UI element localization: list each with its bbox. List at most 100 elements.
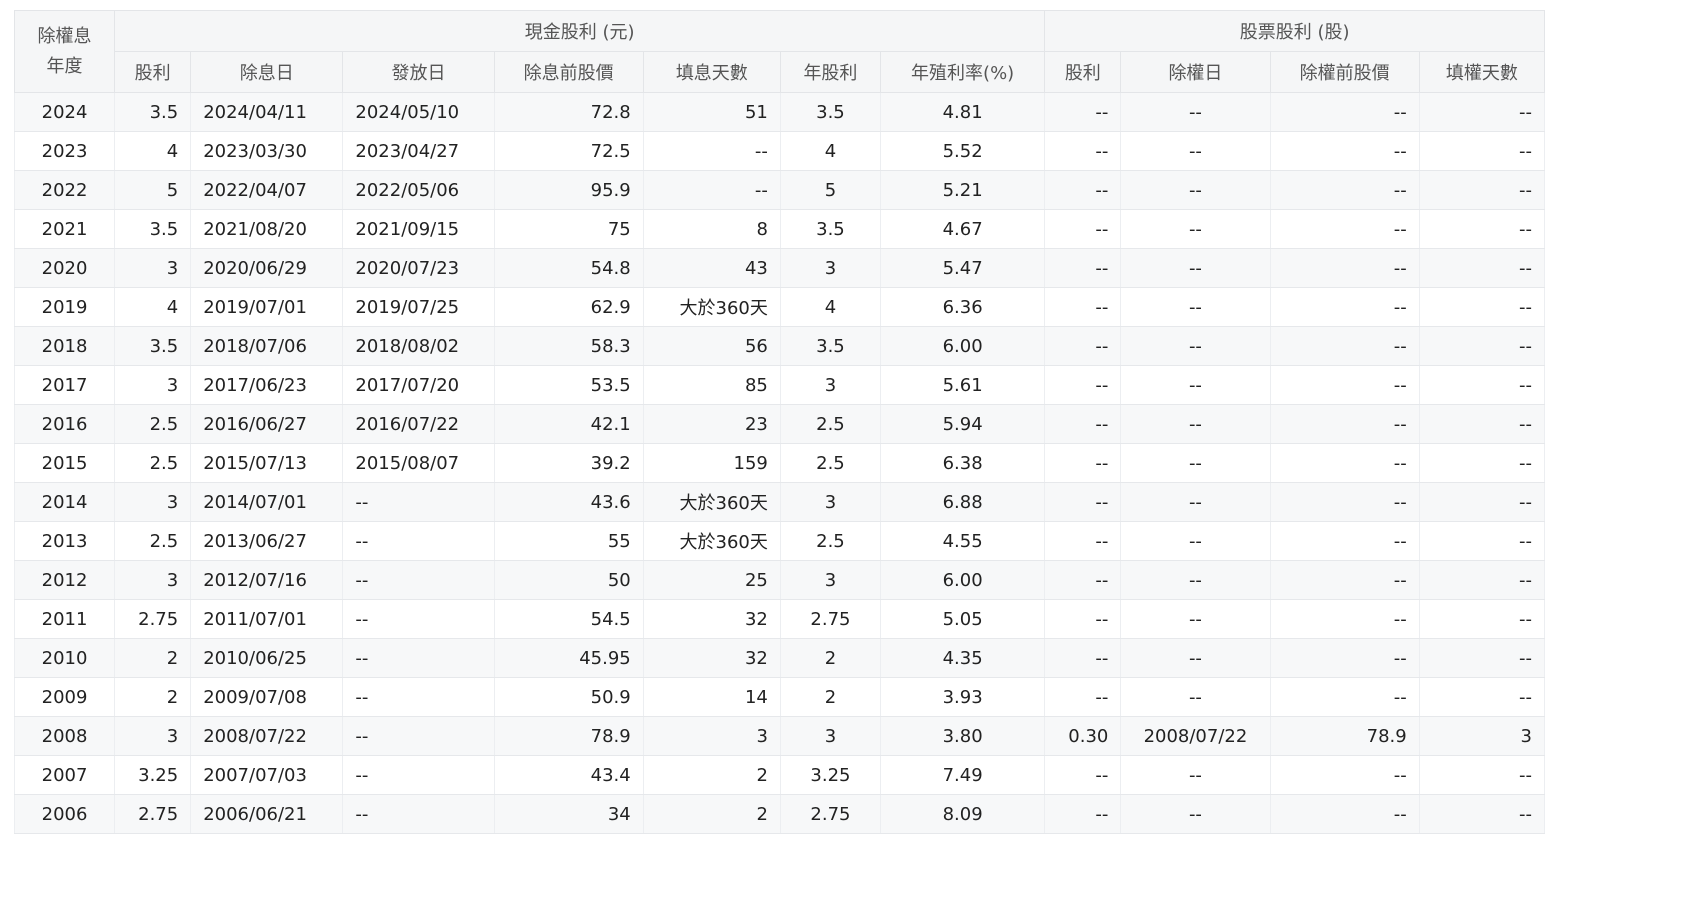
payment-date-cell: -- <box>342 794 495 834</box>
pre-ex-rights-price-cell: -- <box>1269 482 1420 522</box>
annual-dividend-cell: 2.5 <box>779 521 882 561</box>
fill-dividend-days-cell: 2 <box>642 794 781 834</box>
year-cell: 2016 <box>13 404 116 444</box>
year-cell: 2010 <box>13 638 116 678</box>
pre-ex-rights-price-cell: -- <box>1269 92 1420 132</box>
ex-rights-date-cell: -- <box>1120 365 1271 405</box>
annual-yield-cell: 4.35 <box>879 638 1046 678</box>
pre-ex-dividend-price-cell: 54.5 <box>493 599 644 639</box>
stock-dividend-cell: -- <box>1044 560 1122 600</box>
annual-yield-cell: 6.36 <box>879 287 1046 327</box>
cash-dividend-group-header: 現金股利 (元) <box>114 10 1046 52</box>
annual-dividend-cell: 3 <box>779 716 882 756</box>
annual-dividend-cell: 2.75 <box>779 599 882 639</box>
fill-dividend-days-cell: 8 <box>642 209 781 249</box>
annual-dividend-header: 年股利 <box>779 51 882 93</box>
annual-dividend-cell: 3 <box>779 560 882 600</box>
cash-dividend-cell: 3 <box>114 482 192 522</box>
pre-ex-dividend-price-cell: 72.8 <box>493 92 644 132</box>
pre-ex-dividend-price-cell: 72.5 <box>493 131 644 171</box>
cash-dividend-cell: 3 <box>114 248 192 288</box>
fill-dividend-days-cell: 85 <box>642 365 781 405</box>
cash-dividend-cell: 3 <box>114 560 192 600</box>
stock-dividend-cell: -- <box>1044 638 1122 678</box>
pre-ex-rights-price-cell: -- <box>1269 170 1420 210</box>
annual-yield-cell: 5.21 <box>879 170 1046 210</box>
pre-ex-dividend-price-header: 除息前股價 <box>493 51 644 93</box>
fill-rights-days-cell: 3 <box>1418 716 1546 756</box>
year-cell: 2024 <box>13 92 116 132</box>
fill-rights-days-cell: -- <box>1418 521 1546 561</box>
cash-dividend-cell: 4 <box>114 131 192 171</box>
annual-dividend-cell: 3 <box>779 248 882 288</box>
annual-yield-cell: 5.05 <box>879 599 1046 639</box>
pre-ex-rights-price-header: 除權前股價 <box>1269 51 1420 93</box>
ex-dividend-date-cell: 2021/08/20 <box>190 209 344 249</box>
pre-ex-dividend-price-cell: 53.5 <box>493 365 644 405</box>
dividend-table-container: 除權息 年度 現金股利 (元) 股票股利 (股) 股利 除息日 發放日 除息前股價… <box>13 10 1546 834</box>
pre-ex-rights-price-cell: -- <box>1269 794 1420 834</box>
fill-rights-days-cell: -- <box>1418 482 1546 522</box>
ex-dividend-date-cell: 2020/06/29 <box>190 248 344 288</box>
year-cell: 2019 <box>13 287 116 327</box>
ex-rights-date-header: 除權日 <box>1120 51 1271 93</box>
ex-dividend-date-cell: 2023/03/30 <box>190 131 344 171</box>
pre-ex-rights-price-cell: -- <box>1269 443 1420 483</box>
fill-rights-days-cell: -- <box>1418 404 1546 444</box>
annual-dividend-cell: 2 <box>779 638 882 678</box>
stock-dividend-cell: -- <box>1044 482 1122 522</box>
fill-rights-days-cell: -- <box>1418 209 1546 249</box>
payment-date-cell: 2020/07/23 <box>342 248 495 288</box>
payment-date-header: 發放日 <box>342 51 495 93</box>
table-row: 2016 2.5 2016/06/27 2016/07/22 42.1 23 2.5 5.94… <box>13 404 1546 444</box>
payment-date-cell: -- <box>342 638 495 678</box>
annual-yield-cell: 6.00 <box>879 560 1046 600</box>
fill-dividend-days-cell: 2 <box>642 755 781 795</box>
cash-dividend-cell: 2 <box>114 638 192 678</box>
year-column-header: 除權息 年度 <box>13 10 116 93</box>
ex-rights-date-cell: -- <box>1120 131 1271 171</box>
annual-dividend-cell: 3 <box>779 365 882 405</box>
fill-rights-days-cell: -- <box>1418 443 1546 483</box>
pre-ex-dividend-price-cell: 43.6 <box>493 482 644 522</box>
pre-ex-dividend-price-cell: 50.9 <box>493 677 644 717</box>
table-row: 2011 2.75 2011/07/01 -- 54.5 32 2.75 5.05 -- -- --… <box>13 599 1546 639</box>
ex-dividend-date-cell: 2022/04/07 <box>190 170 344 210</box>
pre-ex-dividend-price-cell: 34 <box>493 794 644 834</box>
fill-rights-days-cell: -- <box>1418 131 1546 171</box>
table-row: 2024 3.5 2024/04/11 2024/05/10 72.8 51 3.5 4.81… <box>13 92 1546 132</box>
ex-rights-date-cell: -- <box>1120 638 1271 678</box>
fill-rights-days-cell: -- <box>1418 170 1546 210</box>
table-row: 2009 2 2009/07/08 -- 50.9 14 2 3.93 -- -- -- -- <box>13 677 1546 717</box>
pre-ex-rights-price-cell: -- <box>1269 131 1420 171</box>
table-row: 2018 3.5 2018/07/06 2018/08/02 58.3 56 3.5 6.00… <box>13 326 1546 366</box>
cash-dividend-cell: 2 <box>114 677 192 717</box>
cash-dividend-cell: 2.75 <box>114 794 192 834</box>
ex-rights-date-cell: -- <box>1120 404 1271 444</box>
ex-rights-date-cell: -- <box>1120 326 1271 366</box>
stock-dividend-cell: -- <box>1044 170 1122 210</box>
cash-dividend-cell: 2.5 <box>114 443 192 483</box>
annual-dividend-cell: 2.5 <box>779 443 882 483</box>
ex-rights-date-cell: -- <box>1120 170 1271 210</box>
table-body: 2024 3.5 2024/04/11 2024/05/10 72.8 51 3.5 4.81… <box>13 92 1546 834</box>
stock-dividend-header: 股利 <box>1044 51 1122 93</box>
cash-dividend-cell: 3 <box>114 716 192 756</box>
annual-yield-cell: 8.09 <box>879 794 1046 834</box>
fill-rights-days-cell: -- <box>1418 794 1546 834</box>
ex-dividend-date-cell: 2016/06/27 <box>190 404 344 444</box>
ex-dividend-date-header: 除息日 <box>190 51 344 93</box>
annual-yield-header: 年殖利率(%) <box>879 51 1046 93</box>
fill-dividend-days-cell: 大於360天 <box>642 482 781 522</box>
fill-rights-days-cell: -- <box>1418 326 1546 366</box>
ex-rights-date-cell: -- <box>1120 794 1271 834</box>
year-cell: 2006 <box>13 794 116 834</box>
pre-ex-dividend-price-cell: 45.95 <box>493 638 644 678</box>
ex-dividend-date-cell: 2017/06/23 <box>190 365 344 405</box>
pre-ex-dividend-price-cell: 42.1 <box>493 404 644 444</box>
annual-dividend-cell: 2.5 <box>779 404 882 444</box>
annual-dividend-cell: 5 <box>779 170 882 210</box>
cash-dividend-header: 股利 <box>114 51 192 93</box>
year-cell: 2017 <box>13 365 116 405</box>
payment-date-cell: 2018/08/02 <box>342 326 495 366</box>
